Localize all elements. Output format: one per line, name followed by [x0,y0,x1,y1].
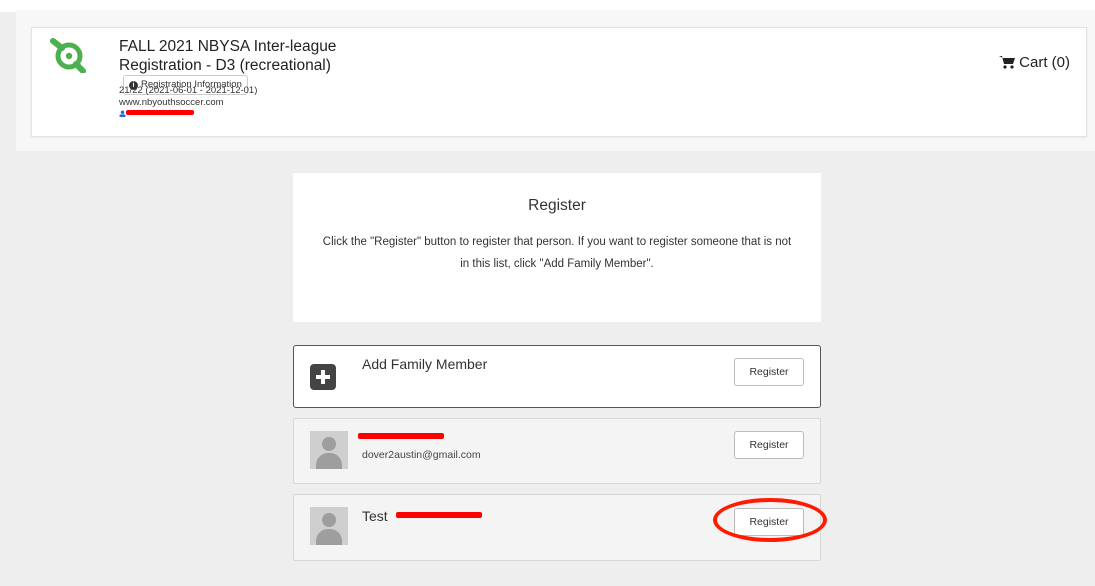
family-member-row: Test Register [293,494,821,561]
register-instructions-panel: Register Click the "Register" button to … [293,173,821,322]
avatar [310,507,348,545]
add-family-member-label: Add Family Member [362,356,488,372]
cart-label: Cart (0) [1019,54,1070,71]
family-member-row: dover2austin@gmail.com Register [293,418,821,484]
plus-icon [310,364,336,390]
member-name [358,428,444,444]
redaction-mark [358,433,444,439]
event-title-text: FALL 2021 NBYSA Inter-league Registratio… [119,38,337,74]
website-link[interactable]: www.nbyouthsoccer.com [119,97,257,109]
register-button-add-family-member[interactable]: Register [734,358,804,386]
member-name-text: Test [362,508,388,524]
user-icon [119,110,126,117]
member-name: Test [362,508,482,524]
avatar [310,431,348,469]
cart-icon [999,56,1016,69]
register-instructions: Click the "Register" button to register … [322,236,792,270]
event-header-card: FALL 2021 NBYSA Inter-league Registratio… [31,27,1087,137]
redaction-mark [395,512,482,518]
redaction-mark [126,110,194,115]
event-meta: 21/22 (2021-06-01 - 2021-12-01) www.nbyo… [119,85,257,120]
add-family-member-row[interactable]: Add Family Member Register [293,345,821,408]
account-user [119,108,257,120]
register-button[interactable]: Register [734,508,804,536]
member-email: dover2austin@gmail.com [362,449,481,461]
register-heading: Register [528,197,586,214]
cart-link[interactable]: Cart (0) [999,54,1070,71]
logo-icon [50,38,86,73]
register-button[interactable]: Register [734,431,804,459]
season-dates: 21/22 (2021-06-01 - 2021-12-01) [119,85,258,96]
